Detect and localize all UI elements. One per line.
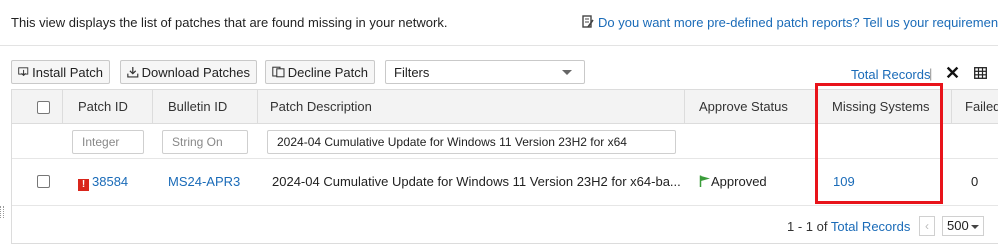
toolbar-separator: | [929,66,933,81]
decline-patch-button[interactable]: Decline Patch [265,60,375,84]
description-filter-input[interactable] [267,130,676,154]
patch-id-filter-input[interactable] [72,130,144,154]
grid-icon[interactable] [974,67,987,79]
filters-selected: Filters [394,64,430,80]
pager-total-records-link[interactable]: Total Records [831,219,910,234]
view-description: This view displays the list of patches t… [11,15,448,30]
bulletin-id-link[interactable]: MS24-APR3 [168,174,240,189]
decline-icon [272,66,285,78]
total-records-link[interactable]: Total Records [851,67,930,82]
previous-page-button[interactable]: ‹ [919,216,935,236]
download-patches-label: Download Patches [141,64,250,80]
patch-id-cell[interactable]: ! 38584 [78,174,128,191]
page-size-select[interactable]: 500 [942,216,984,236]
chevron-down-icon [971,225,979,229]
download-patches-button[interactable]: Download Patches [120,60,257,84]
row-checkbox[interactable] [37,175,50,188]
severity-icon: ! [78,179,89,191]
bulletin-id-filter-input[interactable] [162,130,248,154]
edit-note-icon [582,15,594,28]
col-patch-id[interactable]: Patch ID [63,90,153,124]
patch-id-link[interactable]: 38584 [92,174,128,189]
filters-dropdown[interactable]: Filters [385,60,585,84]
range-text: 1 - 1 of [787,219,828,234]
col-patch-description[interactable]: Patch Description [258,90,685,124]
feedback-link[interactable]: Do you want more pre-defined patch repor… [582,15,998,30]
annotation-highlight-box [815,83,943,204]
failed-count-cell: 0 [971,174,979,189]
select-all-checkbox[interactable] [37,101,50,114]
patch-description-cell: 2024-04 Cumulative Update for Windows 11… [272,174,681,189]
flag-icon [699,175,710,187]
decline-patch-label: Decline Patch [287,64,368,80]
install-patch-button[interactable]: Install Patch [11,60,110,84]
col-approve-status[interactable]: Approve Status [685,90,818,124]
close-icon[interactable]: ✕ [945,63,960,84]
approve-status-cell: Approved [699,174,767,189]
col-failed[interactable]: Failed [952,90,998,124]
install-icon [18,67,29,77]
page-size-value: 500 [947,218,969,233]
approve-status-text: Approved [711,174,767,189]
resize-handle[interactable] [0,206,4,218]
pagination: 1 - 1 of Total Records ‹ 500 [12,206,998,244]
feedback-link-text[interactable]: Do you want more pre-defined patch repor… [598,15,998,30]
col-bulletin-id[interactable]: Bulletin ID [153,90,258,124]
header-select-cell [12,90,63,124]
info-bar: This view displays the list of patches t… [0,0,998,46]
install-patch-label: Install Patch [32,64,103,80]
chevron-down-icon [562,70,572,75]
record-range: 1 - 1 of Total Records [787,219,910,234]
download-icon [127,67,139,78]
